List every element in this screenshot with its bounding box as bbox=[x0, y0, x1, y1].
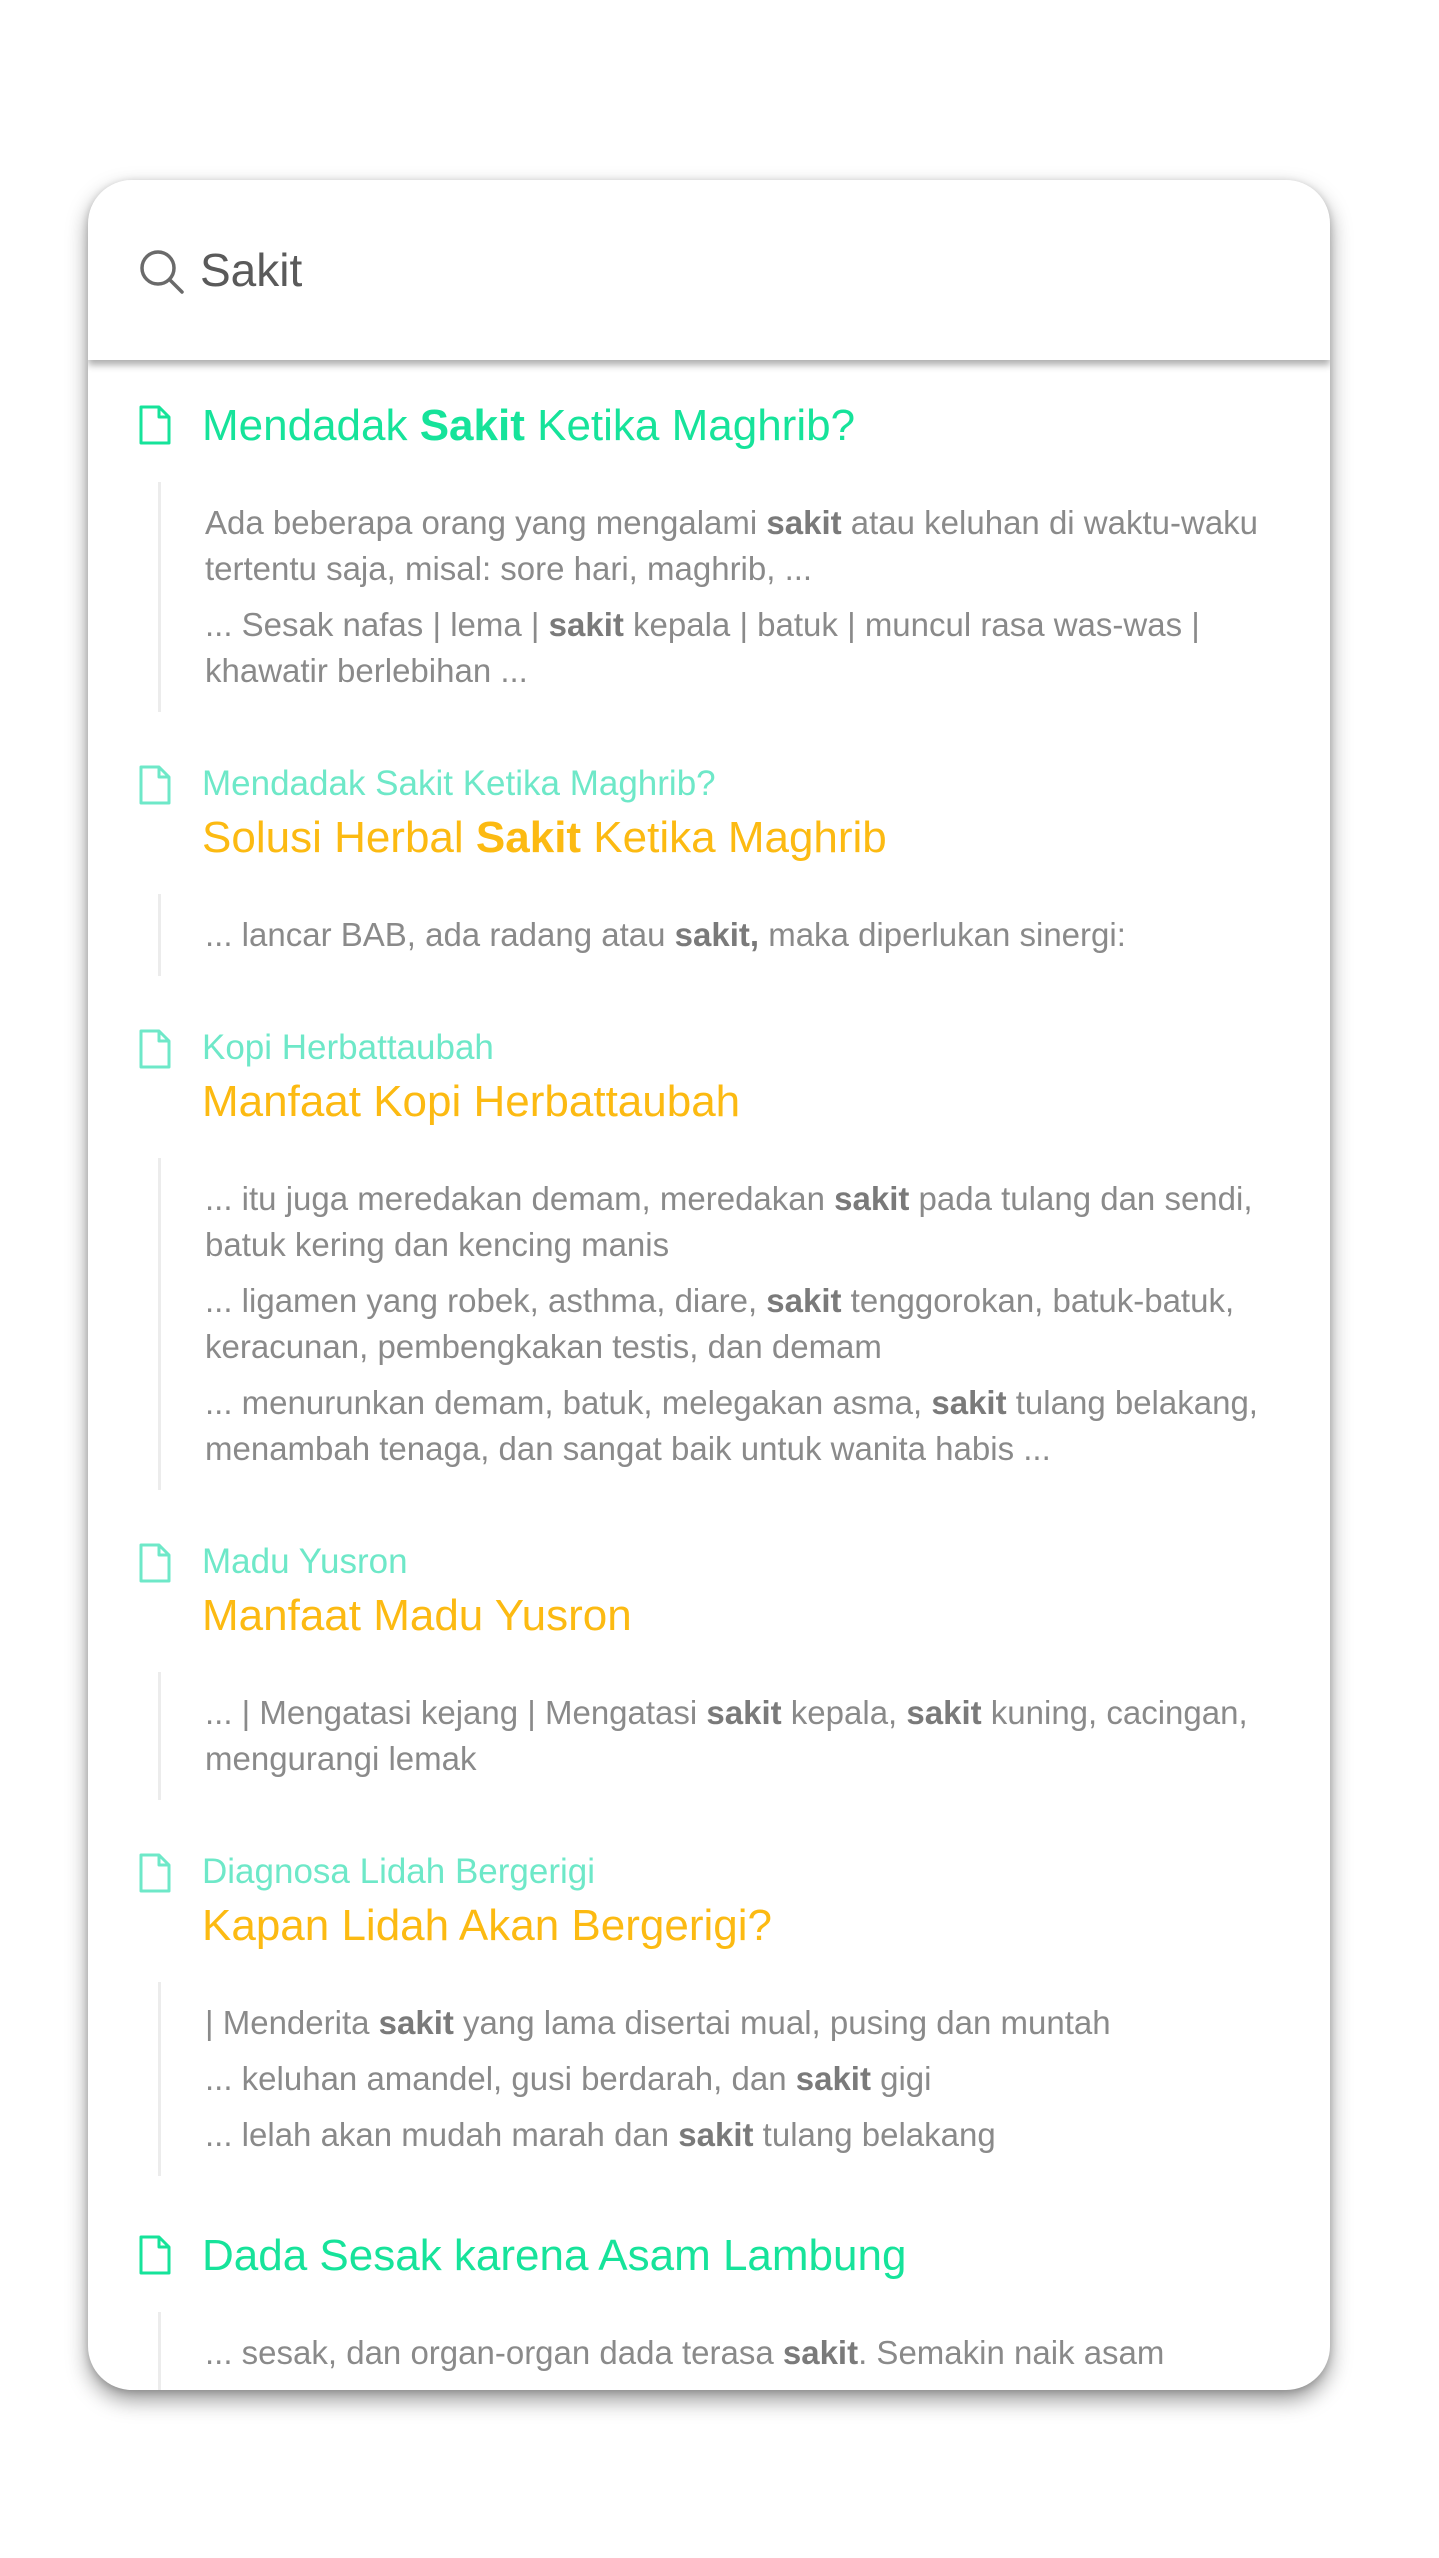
query-highlight: sakit bbox=[706, 1694, 782, 1731]
search-input[interactable] bbox=[200, 230, 1200, 310]
query-highlight: sakit bbox=[378, 2004, 454, 2041]
result-snippet[interactable]: | Menderita sakit yang lama disertai mua… bbox=[205, 2000, 1290, 2046]
result-snippet[interactable]: ... sesak, dan organ-organ dada terasa s… bbox=[205, 2330, 1290, 2376]
result-snippets: ... sesak, dan organ-organ dada terasa s… bbox=[158, 2312, 1330, 2390]
search-icon bbox=[140, 250, 184, 294]
query-highlight: sakit bbox=[906, 1694, 982, 1731]
document-icon bbox=[138, 404, 172, 446]
result-parent-title[interactable]: Mendadak Sakit Ketika Maghrib? bbox=[202, 764, 1330, 804]
result-item[interactable]: Diagnosa Lidah Bergerigi Kapan Lidah Akan… bbox=[88, 1852, 1330, 2176]
query-highlight: sakit, bbox=[674, 916, 760, 953]
query-highlight: sakit bbox=[834, 1180, 910, 1217]
result-header[interactable]: Kopi Herbattaubah Manfaat Kopi Herbattaub… bbox=[88, 1028, 1330, 1130]
result-snippet[interactable]: ... lancar BAB, ada radang atau sakit, m… bbox=[205, 912, 1290, 958]
result-title[interactable]: Solusi Herbal Sakit Ketika Maghrib bbox=[202, 810, 1330, 866]
result-header[interactable]: Mendadak Sakit Ketika Maghrib? Solusi Her… bbox=[88, 764, 1330, 866]
result-snippets: Ada beberapa orang yang mengalami sakit … bbox=[158, 482, 1330, 712]
query-highlight: sakit bbox=[548, 606, 624, 643]
result-snippet[interactable]: ... lelah akan mudah marah dan sakit tul… bbox=[205, 2112, 1290, 2158]
result-title[interactable]: Mendadak Sakit Ketika Maghrib? bbox=[202, 398, 1330, 454]
document-icon bbox=[138, 764, 172, 806]
result-item[interactable]: Mendadak Sakit Ketika Maghrib? Solusi Her… bbox=[88, 764, 1330, 976]
result-header[interactable]: Dada Sesak karena Asam Lambung bbox=[88, 2228, 1330, 2284]
result-title[interactable]: Kapan Lidah Akan Bergerigi? bbox=[202, 1898, 1330, 1954]
query-highlight: Sakit bbox=[475, 813, 582, 862]
result-title[interactable]: Manfaat Madu Yusron bbox=[202, 1588, 1330, 1644]
result-title[interactable]: Dada Sesak karena Asam Lambung bbox=[202, 2228, 1330, 2284]
result-snippet[interactable]: ... ligamen yang robek, asthma, diare, s… bbox=[205, 1278, 1290, 1370]
search-bar bbox=[88, 180, 1330, 360]
query-highlight: sakit bbox=[766, 1282, 842, 1319]
result-item[interactable]: Dada Sesak karena Asam Lambung ... sesak,… bbox=[88, 2228, 1330, 2390]
result-item[interactable]: Mendadak Sakit Ketika Maghrib? Ada bebera… bbox=[88, 398, 1330, 712]
result-parent-title[interactable]: Kopi Herbattaubah bbox=[202, 1028, 1330, 1068]
result-header[interactable]: Mendadak Sakit Ketika Maghrib? bbox=[88, 398, 1330, 454]
result-item[interactable]: Kopi Herbattaubah Manfaat Kopi Herbattaub… bbox=[88, 1028, 1330, 1490]
result-header[interactable]: Madu Yusron Manfaat Madu Yusron bbox=[88, 1542, 1330, 1644]
result-snippets: ... itu juga meredakan demam, meredakan … bbox=[158, 1158, 1330, 1490]
search-panel: Mendadak Sakit Ketika Maghrib? Ada bebera… bbox=[88, 180, 1330, 2390]
result-header[interactable]: Diagnosa Lidah Bergerigi Kapan Lidah Akan… bbox=[88, 1852, 1330, 1954]
result-snippet[interactable]: ... | Mengatasi kejang | Mengatasi sakit… bbox=[205, 1690, 1290, 1782]
result-parent-title[interactable]: Madu Yusron bbox=[202, 1542, 1330, 1582]
document-icon bbox=[138, 2234, 172, 2276]
result-snippets: ... lancar BAB, ada radang atau sakit, m… bbox=[158, 894, 1330, 976]
results-list: Mendadak Sakit Ketika Maghrib? Ada bebera… bbox=[88, 360, 1330, 2390]
result-snippets: ... | Mengatasi kejang | Mengatasi sakit… bbox=[158, 1672, 1330, 1800]
document-icon bbox=[138, 1852, 172, 1894]
query-highlight: sakit bbox=[782, 2334, 859, 2371]
result-item[interactable]: Madu Yusron Manfaat Madu Yusron ... | Meng… bbox=[88, 1542, 1330, 1800]
query-highlight: sakit bbox=[795, 2060, 871, 2097]
query-highlight: sakit bbox=[678, 2116, 754, 2153]
document-icon bbox=[138, 1542, 172, 1584]
result-snippet[interactable]: Ada beberapa orang yang mengalami sakit … bbox=[205, 500, 1290, 592]
result-snippet[interactable]: ... Sesak nafas | lema | sakit kepala | … bbox=[205, 602, 1290, 694]
query-highlight: sakit bbox=[766, 504, 842, 541]
result-snippets: | Menderita sakit yang lama disertai mua… bbox=[158, 1982, 1330, 2176]
result-snippet[interactable]: ... menurunkan demam, batuk, melegakan a… bbox=[205, 1380, 1290, 1472]
result-parent-title[interactable]: Diagnosa Lidah Bergerigi bbox=[202, 1852, 1330, 1892]
result-title[interactable]: Manfaat Kopi Herbattaubah bbox=[202, 1074, 1330, 1130]
result-snippet[interactable]: ... keluhan amandel, gusi berdarah, dan … bbox=[205, 2056, 1290, 2102]
document-icon bbox=[138, 1028, 172, 1070]
result-snippet[interactable]: ... itu juga meredakan demam, meredakan … bbox=[205, 1176, 1290, 1268]
query-highlight: sakit bbox=[931, 1384, 1007, 1421]
query-highlight: Sakit bbox=[419, 401, 525, 450]
